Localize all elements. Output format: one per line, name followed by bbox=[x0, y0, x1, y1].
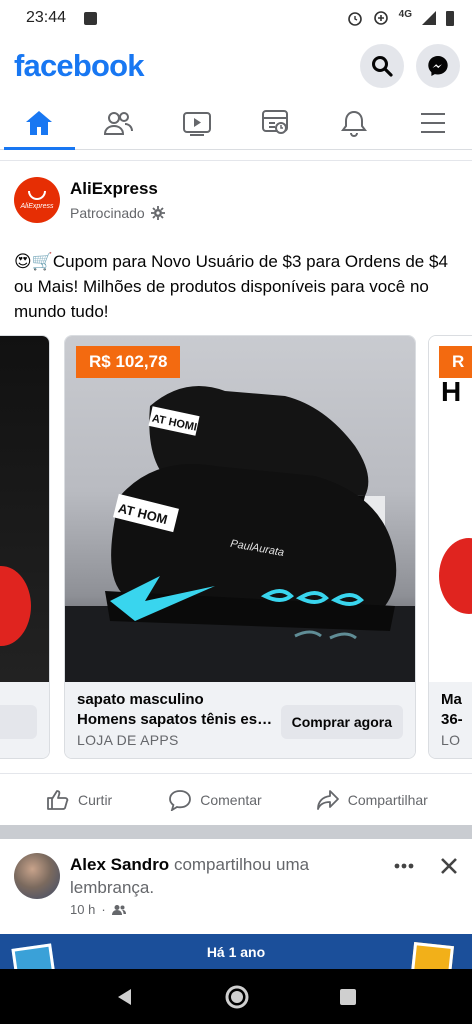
battery-icon bbox=[446, 10, 454, 26]
memory-photo bbox=[11, 943, 57, 969]
home-button-icon[interactable] bbox=[224, 984, 250, 1010]
shop-now-button[interactable]: ra bbox=[0, 705, 37, 739]
network-type: 4G bbox=[398, 8, 412, 20]
comment-label: Comentar bbox=[200, 791, 262, 808]
post-separator bbox=[0, 825, 472, 839]
search-icon bbox=[372, 56, 393, 77]
friends-icon bbox=[103, 111, 133, 135]
post2-author[interactable]: Alex Sandro bbox=[70, 855, 169, 874]
share-icon bbox=[316, 789, 339, 810]
post-header: AliExpress AliExpress Patrocinado bbox=[0, 161, 472, 239]
share-button[interactable]: Compartilhar bbox=[316, 789, 428, 811]
more-options-icon[interactable] bbox=[394, 863, 414, 869]
share-label: Compartilhar bbox=[347, 791, 428, 808]
tab-home[interactable] bbox=[0, 96, 79, 150]
home-icon bbox=[26, 110, 53, 135]
avatar[interactable] bbox=[14, 853, 60, 899]
sponsored-label[interactable]: Patrocinado bbox=[70, 205, 145, 221]
carousel-card-main[interactable]: AT HOMI AT HOM PaulAurata R$ 102,78 sapa… bbox=[64, 335, 416, 759]
product-image[interactable]: R H bbox=[429, 336, 472, 682]
status-bar: 23:44 4G bbox=[0, 0, 472, 36]
product-description[interactable]: 36- bbox=[441, 711, 472, 728]
signal-icon bbox=[422, 11, 436, 25]
like-button[interactable]: Curtir bbox=[46, 789, 112, 811]
alarm-icon bbox=[347, 12, 362, 26]
next-card-headline: H bbox=[441, 376, 462, 407]
thumbs-up-icon bbox=[47, 789, 69, 810]
recents-icon[interactable] bbox=[339, 988, 357, 1006]
product-description[interactable]: Homens sapatos tênis esportivos bbox=[77, 711, 273, 728]
messenger-button[interactable] bbox=[416, 44, 460, 88]
carousel-card-next[interactable]: R H Ma 36- LO bbox=[428, 335, 472, 759]
gallery-notification-icon bbox=[84, 11, 98, 25]
tab-friends[interactable] bbox=[79, 96, 158, 149]
marketplace-icon bbox=[262, 109, 289, 134]
facebook-logo[interactable]: facebook bbox=[14, 48, 145, 84]
tab-menu[interactable] bbox=[393, 96, 472, 149]
post-text: 😍🛒Cupom para Novo Usuário de $3 para Ord… bbox=[14, 252, 448, 321]
data-saver-icon bbox=[373, 11, 388, 25]
comment-icon bbox=[169, 789, 192, 811]
divider bbox=[0, 151, 472, 161]
tab-notifications[interactable] bbox=[315, 96, 394, 149]
status-time: 23:44 bbox=[26, 9, 67, 26]
tab-marketplace[interactable] bbox=[236, 96, 315, 149]
product-image[interactable] bbox=[0, 336, 49, 682]
carousel-card-prev[interactable]: ra bbox=[0, 335, 50, 759]
comment-button[interactable]: Comentar bbox=[168, 789, 262, 811]
memory-photo bbox=[410, 942, 454, 969]
post2-time[interactable]: 10 h bbox=[70, 902, 95, 917]
main-nav bbox=[0, 96, 472, 150]
memory-post: Alex Sandro compartilhou uma lembrança. … bbox=[0, 839, 472, 969]
gear-icon[interactable] bbox=[150, 206, 165, 220]
product-title[interactable]: Ma bbox=[441, 691, 472, 708]
memory-banner[interactable]: Há 1 ano bbox=[0, 934, 472, 969]
post-actions: Curtir Comentar Compartilhar bbox=[0, 773, 472, 825]
hamburger-menu-icon bbox=[420, 112, 445, 133]
app-header: facebook bbox=[0, 36, 472, 96]
aliexpress-avatar[interactable]: AliExpress bbox=[14, 177, 60, 223]
bell-icon bbox=[341, 110, 368, 137]
tab-watch[interactable] bbox=[157, 96, 236, 149]
aliexpress-logo-icon bbox=[28, 190, 46, 200]
shop-now-button[interactable]: Comprar agora bbox=[280, 705, 403, 739]
price-tag: R bbox=[439, 346, 472, 378]
messenger-icon bbox=[428, 56, 448, 76]
close-icon[interactable] bbox=[440, 857, 458, 875]
post2-headline: Alex Sandro compartilhou uma lembrança. bbox=[70, 853, 350, 899]
memory-label: Há 1 ano bbox=[206, 944, 266, 960]
product-carousel[interactable]: ra AT HOMI AT HOM PaulAura bbox=[0, 335, 472, 761]
friends-audience-icon bbox=[111, 904, 126, 915]
system-nav-bar bbox=[0, 969, 472, 1024]
avatar-brand-text: AliExpress bbox=[20, 202, 54, 210]
store-label: LO bbox=[441, 732, 461, 748]
search-button[interactable] bbox=[360, 44, 404, 88]
like-label: Curtir bbox=[78, 791, 113, 808]
sponsored-post: AliExpress AliExpress Patrocinado 😍🛒Cupo… bbox=[0, 151, 472, 324]
back-icon[interactable] bbox=[115, 987, 135, 1007]
price-tag: R$ 102,78 bbox=[76, 346, 181, 378]
product-image[interactable]: AT HOMI AT HOM PaulAurata R$ 102,78 bbox=[65, 336, 415, 682]
watch-icon bbox=[182, 111, 211, 136]
post-author[interactable]: AliExpress bbox=[70, 179, 165, 199]
